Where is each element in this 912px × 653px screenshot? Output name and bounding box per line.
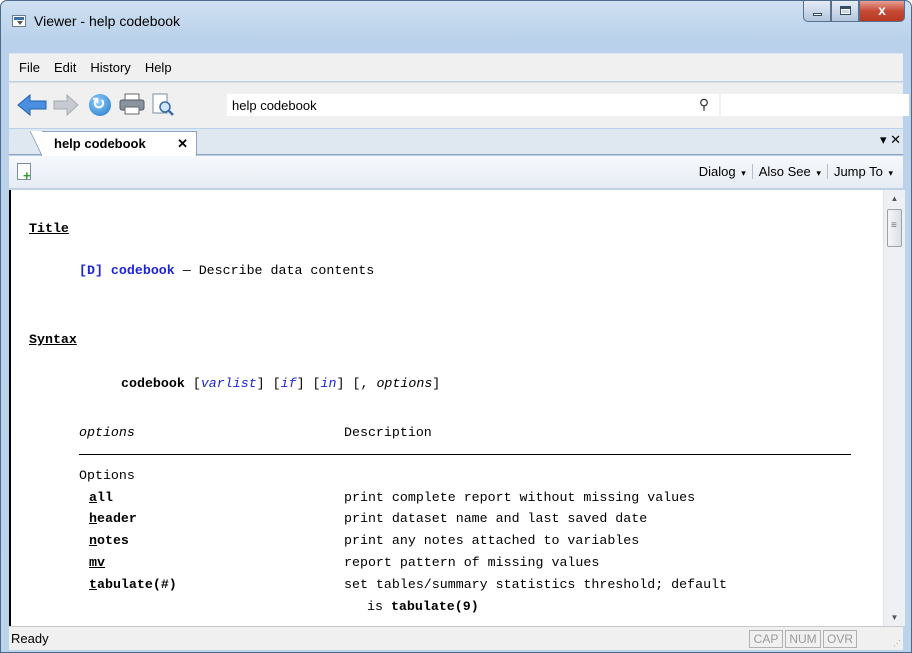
continued-prefix: is xyxy=(367,599,391,614)
address-input[interactable] xyxy=(227,94,689,116)
option-rest: abulate(#) xyxy=(96,577,177,592)
back-arrow-icon[interactable] xyxy=(17,93,47,117)
title-description: — Describe data contents xyxy=(174,263,375,278)
close-icon: x xyxy=(878,2,886,18)
dialog-menu-label: Dialog xyxy=(698,164,736,179)
menu-file[interactable]: File xyxy=(13,60,46,75)
scroll-up-icon[interactable]: ▲ xyxy=(884,190,905,207)
option-rest: ll xyxy=(96,490,113,505)
print-preview-icon[interactable] xyxy=(151,93,175,117)
option-desc: print dataset name and last saved date xyxy=(344,511,648,526)
help-content: Title [D] codebook — Describe data conte… xyxy=(9,190,883,626)
minimize-button[interactable] xyxy=(803,1,831,22)
tab-label: help codebook xyxy=(54,136,146,151)
option-abbrev: h xyxy=(89,511,97,526)
chevron-down-icon: ▾ xyxy=(741,168,746,178)
option-desc-continued: is tabulate(9) xyxy=(367,599,479,614)
viewer-app-icon[interactable] xyxy=(12,15,26,27)
menu-bar: File Edit History Help xyxy=(9,53,903,81)
title-bar: Viewer - help codebook x xyxy=(1,1,911,41)
options-group-label: Options xyxy=(79,468,135,483)
scrollbar-thumb[interactable] xyxy=(887,209,902,247)
print-icon[interactable] xyxy=(119,93,145,115)
search-button[interactable]: ⚲ xyxy=(689,94,719,116)
option-notes[interactable]: notes xyxy=(89,533,129,548)
status-bar: Ready CAP NUM OVR ⋰ xyxy=(9,626,903,650)
varlist-link[interactable]: varlist xyxy=(201,376,257,391)
minimize-icon xyxy=(813,13,822,16)
tab-help-codebook[interactable]: help codebook ✕ xyxy=(30,131,197,156)
viewer-window: Viewer - help codebook x File Edit Histo… xyxy=(0,0,912,653)
menu-edit[interactable]: Edit xyxy=(48,60,82,75)
also-see-menu-label: Also See xyxy=(758,164,811,179)
dialog-menu[interactable]: Dialog ▾ xyxy=(693,164,752,179)
if-link[interactable]: if xyxy=(281,376,297,391)
status-text: Ready xyxy=(11,631,49,646)
window-title: Viewer - help codebook xyxy=(34,13,181,29)
option-abbrev: a xyxy=(89,490,97,505)
options-close: ] xyxy=(432,376,441,391)
option-desc: report pattern of missing values xyxy=(344,555,600,570)
option-desc: print complete report without missing va… xyxy=(344,490,696,505)
tab-close-icon[interactable]: ✕ xyxy=(177,136,188,152)
new-viewer-icon[interactable] xyxy=(17,163,31,183)
chevron-down-icon: ▾ xyxy=(816,168,821,178)
num-indicator: NUM xyxy=(785,630,821,648)
option-tabulate[interactable]: tabulate(#) xyxy=(89,577,177,592)
viewer-toolbar: Dialog ▾ Also See ▾ Jump To ▾ xyxy=(9,156,903,189)
maximize-button[interactable] xyxy=(831,1,859,22)
continued-default: tabulate(9) xyxy=(390,599,479,614)
search-icon: ⚲ xyxy=(698,96,710,112)
command-name: codebook xyxy=(121,376,185,391)
option-abbrev: mv xyxy=(89,555,105,570)
menu-help[interactable]: Help xyxy=(139,60,178,75)
title-line: [D] codebook — Describe data contents xyxy=(79,263,374,278)
scroll-down-icon[interactable]: ▼ xyxy=(884,609,905,626)
option-desc: set tables/summary statistics threshold;… xyxy=(344,577,728,592)
syntax-line: codebook [varlist] [if] [in] [, options] xyxy=(121,376,441,391)
menu-history[interactable]: History xyxy=(84,60,136,75)
jump-to-menu[interactable]: Jump To ▾ xyxy=(826,164,899,179)
table-rule xyxy=(79,454,851,455)
tab-list-menu-icon[interactable]: ▾ ✕ xyxy=(880,132,901,148)
jump-to-menu-label: Jump To xyxy=(833,164,883,179)
ovr-indicator: OVR xyxy=(823,630,857,648)
option-abbrev: t xyxy=(89,577,97,592)
option-desc: print any notes attached to variables xyxy=(344,533,640,548)
also-see-menu[interactable]: Also See ▾ xyxy=(751,164,827,179)
option-all[interactable]: all xyxy=(89,490,113,505)
option-rest: otes xyxy=(96,533,129,548)
viewer-menus: Dialog ▾ Also See ▾ Jump To ▾ xyxy=(693,164,899,179)
window-controls: x xyxy=(803,1,905,22)
option-rest: eader xyxy=(96,511,137,526)
options-word: options xyxy=(376,376,433,391)
forward-arrow-icon[interactable] xyxy=(53,93,79,117)
title-heading: Title xyxy=(29,221,69,236)
maximize-icon xyxy=(840,6,851,15)
column-header-description: Description xyxy=(344,425,432,440)
option-mv[interactable]: mv xyxy=(89,555,105,570)
option-header[interactable]: header xyxy=(89,511,137,526)
column-header-options: options xyxy=(79,425,135,440)
search-input[interactable] xyxy=(721,94,909,116)
options-open: [, xyxy=(352,376,377,391)
codebook-manual-link[interactable]: [D] codebook xyxy=(79,263,175,278)
toolbar: ⚲ xyxy=(9,82,909,128)
in-link[interactable]: in xyxy=(321,376,337,391)
close-window-button[interactable]: x xyxy=(859,1,905,22)
tab-strip: help codebook ✕ ▾ ✕ xyxy=(9,129,903,156)
refresh-icon[interactable] xyxy=(89,94,111,116)
cap-indicator: CAP xyxy=(749,630,783,648)
vertical-scrollbar[interactable]: ▲ ▼ xyxy=(883,190,905,626)
option-abbrev: n xyxy=(89,533,97,548)
chevron-down-icon: ▾ xyxy=(888,168,893,178)
resize-grip-icon[interactable]: ⋰ xyxy=(893,639,901,648)
syntax-heading: Syntax xyxy=(29,332,77,347)
